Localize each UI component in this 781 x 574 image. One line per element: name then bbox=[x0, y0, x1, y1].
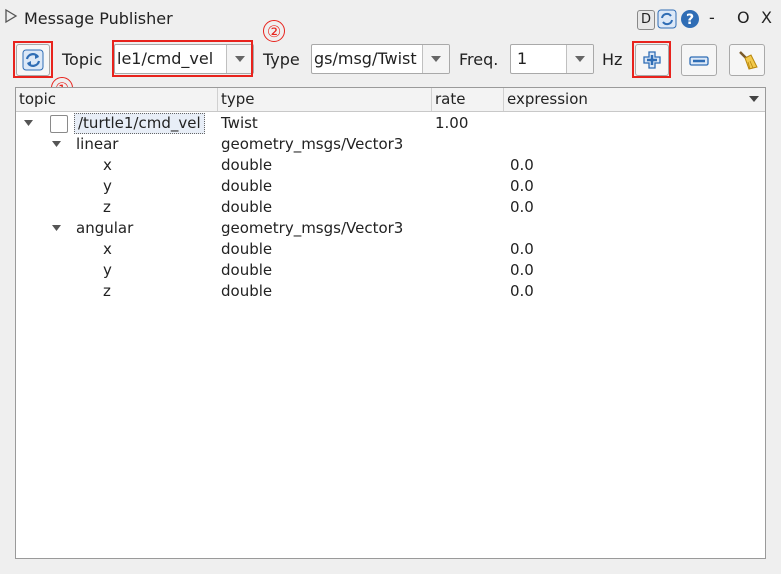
topic-label: Topic bbox=[62, 50, 103, 69]
cell-topic: linear bbox=[76, 135, 119, 153]
cell-type: double bbox=[221, 282, 273, 300]
cell-rate: 1.00 bbox=[435, 114, 469, 132]
cell-topic: x bbox=[103, 240, 112, 258]
type-dropdown-button[interactable] bbox=[422, 45, 449, 73]
cell-topic: y bbox=[103, 177, 112, 195]
chevron-down-icon bbox=[431, 56, 441, 62]
close-button[interactable]: X bbox=[761, 8, 772, 27]
annotation-box-2 bbox=[112, 40, 253, 77]
table-row[interactable]: x double 0.0 bbox=[16, 239, 765, 260]
cell-type: geometry_msgs/Vector3 bbox=[221, 219, 404, 237]
cell-type: double bbox=[221, 177, 273, 195]
type-combobox-value: gs/msg/Twist bbox=[314, 49, 417, 68]
cell-expression[interactable]: 0.0 bbox=[510, 281, 534, 302]
table-row[interactable]: /turtle1/cmd_vel Twist 1.00 bbox=[16, 113, 765, 134]
table-row[interactable]: z double 0.0 bbox=[16, 281, 765, 302]
freq-combobox[interactable]: 1 bbox=[510, 44, 594, 74]
remove-publisher-button[interactable] bbox=[681, 44, 717, 76]
cell-type: double bbox=[221, 261, 273, 279]
column-header-type[interactable]: type bbox=[218, 88, 432, 111]
cell-topic: angular bbox=[76, 219, 134, 237]
publisher-tree-table[interactable]: topic type rate expression /turtle1/cmd_… bbox=[15, 87, 766, 559]
enable-checkbox[interactable] bbox=[50, 115, 68, 133]
cell-type: double bbox=[221, 240, 273, 258]
clear-button[interactable] bbox=[729, 44, 765, 76]
minus-icon bbox=[689, 56, 709, 66]
collapse-arrow-icon[interactable] bbox=[4, 8, 18, 24]
freq-combobox-value: 1 bbox=[517, 49, 528, 68]
help-icon[interactable]: ? bbox=[680, 9, 700, 29]
cell-expression[interactable]: 0.0 bbox=[510, 239, 534, 260]
cell-topic: x bbox=[103, 156, 112, 174]
table-row[interactable]: angular geometry_msgs/Vector3 bbox=[16, 218, 765, 239]
cell-topic: y bbox=[103, 261, 112, 279]
table-row[interactable]: y double 0.0 bbox=[16, 260, 765, 281]
table-row[interactable]: y double 0.0 bbox=[16, 176, 765, 197]
annotation-marker-2: ② bbox=[263, 20, 285, 42]
column-header-topic[interactable]: topic bbox=[16, 88, 218, 111]
cell-topic: z bbox=[103, 282, 111, 300]
title-bar: Message Publisher D ? - O X bbox=[0, 0, 781, 38]
svg-text:?: ? bbox=[686, 12, 694, 28]
table-row[interactable]: x double 0.0 bbox=[16, 155, 765, 176]
cell-type: double bbox=[221, 198, 273, 216]
annotation-box-1 bbox=[13, 41, 53, 78]
type-label: Type bbox=[263, 50, 300, 69]
cell-type: geometry_msgs/Vector3 bbox=[221, 135, 404, 153]
cell-expression[interactable]: 0.0 bbox=[510, 197, 534, 218]
table-row[interactable]: linear geometry_msgs/Vector3 bbox=[16, 134, 765, 155]
header-menu-arrow-icon[interactable] bbox=[749, 96, 759, 102]
dock-button[interactable]: D bbox=[637, 10, 655, 30]
cell-type: double bbox=[221, 156, 273, 174]
freq-dropdown-button[interactable] bbox=[566, 45, 593, 73]
cell-topic: z bbox=[103, 198, 111, 216]
chevron-down-icon bbox=[575, 56, 585, 62]
expand-arrow-icon[interactable] bbox=[52, 141, 61, 147]
type-combobox[interactable]: gs/msg/Twist bbox=[311, 44, 450, 74]
expand-arrow-icon[interactable] bbox=[24, 120, 33, 126]
cell-expression[interactable]: 0.0 bbox=[510, 260, 534, 281]
expand-arrow-icon[interactable] bbox=[52, 225, 61, 231]
cell-type: Twist bbox=[221, 114, 258, 132]
table-row[interactable]: z double 0.0 bbox=[16, 197, 765, 218]
cell-expression[interactable]: 0.0 bbox=[510, 155, 534, 176]
cell-topic: /turtle1/cmd_vel bbox=[74, 113, 205, 134]
column-header-expression[interactable]: expression bbox=[504, 88, 765, 111]
minimize-button[interactable]: - bbox=[709, 8, 715, 27]
window-title: Message Publisher bbox=[24, 9, 173, 28]
restore-button[interactable]: O bbox=[737, 8, 750, 27]
annotation-box-3 bbox=[632, 41, 671, 78]
reload-icon[interactable] bbox=[657, 9, 677, 29]
column-header-rate[interactable]: rate bbox=[432, 88, 504, 111]
hz-label: Hz bbox=[602, 50, 623, 69]
cell-expression[interactable]: 0.0 bbox=[510, 176, 534, 197]
broom-icon bbox=[739, 51, 758, 70]
table-header: topic type rate expression bbox=[16, 88, 765, 112]
freq-label: Freq. bbox=[459, 50, 499, 69]
